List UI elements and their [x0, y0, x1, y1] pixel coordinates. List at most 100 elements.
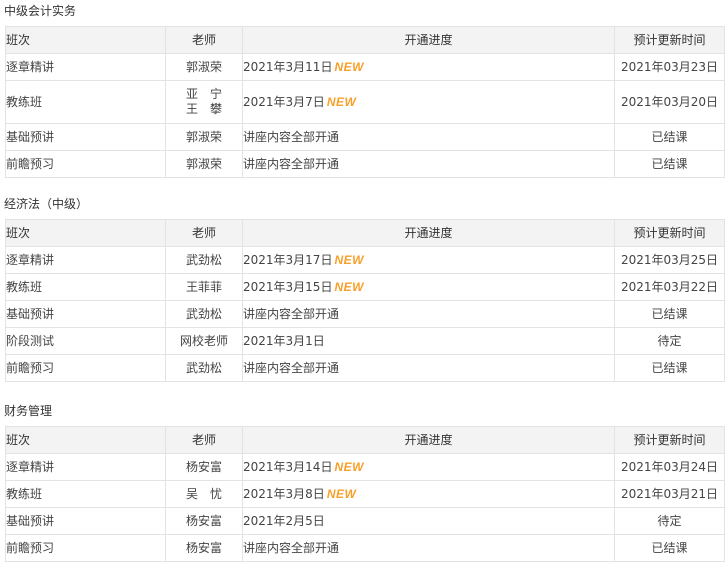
update-time-cell: 2021年03月25日	[614, 246, 725, 274]
teacher-cell: 杨安富	[165, 453, 243, 481]
progress-text: 2021年3月11日	[243, 60, 333, 74]
update-time-cell: 待定	[614, 507, 725, 535]
update-time-cell: 已结课	[614, 123, 725, 151]
table-row: 阶段测试 网校老师 2021年3月1日 待定	[5, 327, 725, 355]
teacher-cell: 武劲松	[165, 300, 243, 328]
update-time-cell: 已结课	[614, 354, 725, 382]
table-row: 教练班 王菲菲 2021年3月15日 NEW 2021年03月22日	[5, 273, 725, 301]
table-header-row: 班次 老师 开通进度 预计更新时间	[5, 219, 725, 247]
teacher-names: 杨安富	[186, 541, 222, 556]
teacher-names: 吴 忧	[186, 487, 222, 502]
table-row: 逐章精讲 武劲松 2021年3月17日 NEW 2021年03月25日	[5, 246, 725, 274]
teacher-names: 王菲菲	[186, 280, 222, 295]
progress-cell: 2021年3月7日 NEW	[242, 80, 615, 124]
table-row: 基础预讲 武劲松 讲座内容全部开通 已结课	[5, 300, 725, 328]
table-row: 教练班亚 宁王 攀 2021年3月7日 NEW 2021年03月20日	[5, 80, 725, 124]
teacher-names: 杨安富	[186, 514, 222, 529]
update-time-cell: 已结课	[614, 150, 725, 178]
teacher-name: 亚 宁	[185, 87, 222, 101]
progress-text: 2021年2月5日	[243, 514, 325, 528]
new-badge: NEW	[326, 95, 357, 109]
progress-text: 2021年3月8日	[243, 487, 325, 501]
progress-cell: 讲座内容全部开通	[242, 354, 615, 382]
class-name-cell: 教练班	[5, 480, 166, 508]
teacher-name: 网校老师	[179, 333, 228, 348]
progress-text: 2021年3月14日	[243, 460, 333, 474]
class-name-cell: 前瞻预习	[5, 534, 166, 562]
section-title: 财务管理	[4, 404, 53, 418]
teacher-cell: 亚 宁王 攀	[165, 80, 243, 124]
column-header-update: 预计更新时间	[614, 219, 725, 247]
column-header-class: 班次	[5, 426, 166, 454]
teacher-cell: 杨安富	[165, 534, 243, 562]
column-header-teacher: 老师	[165, 426, 243, 454]
new-badge: NEW	[334, 460, 364, 474]
class-name-cell: 教练班	[5, 80, 166, 124]
teacher-names: 郭淑荣	[186, 130, 222, 145]
schedule-table: 班次 老师 开通进度 预计更新时间 逐章精讲 郭淑荣 2021年3月11日 NEW 20…	[5, 26, 725, 178]
class-name-cell: 逐章精讲	[5, 53, 166, 81]
update-time-cell: 已结课	[614, 534, 725, 562]
progress-text: 讲座内容全部开通	[243, 307, 340, 321]
update-time-cell: 2021年03月22日	[614, 273, 725, 301]
progress-text: 讲座内容全部开通	[243, 130, 340, 144]
class-name-cell: 基础预讲	[5, 507, 166, 535]
new-badge: NEW	[334, 60, 364, 74]
column-header-class: 班次	[5, 219, 166, 247]
teacher-name: 武劲松	[185, 360, 222, 375]
teacher-names: 郭淑荣	[186, 157, 222, 172]
column-header-class: 班次	[5, 26, 166, 54]
progress-text: 讲座内容全部开通	[243, 541, 340, 555]
class-name-cell: 阶段测试	[5, 327, 166, 355]
teacher-names: 武劲松	[186, 307, 222, 322]
update-time-cell: 2021年03月21日	[614, 480, 725, 508]
progress-cell: 2021年3月8日 NEW	[242, 480, 615, 508]
table-row: 前瞻预习 郭淑荣 讲座内容全部开通 已结课	[5, 150, 725, 178]
progress-text: 讲座内容全部开通	[243, 157, 340, 171]
update-time-cell: 已结课	[614, 300, 725, 328]
update-time-cell: 待定	[614, 327, 725, 355]
class-name-cell: 前瞻预习	[5, 354, 166, 382]
table-row: 逐章精讲 郭淑荣 2021年3月11日 NEW 2021年03月23日	[5, 53, 725, 81]
teacher-name: 杨安富	[185, 513, 222, 528]
section-title: 中级会计实务	[4, 4, 77, 18]
column-header-update: 预计更新时间	[614, 426, 725, 454]
table-header-row: 班次 老师 开通进度 预计更新时间	[5, 426, 725, 454]
teacher-cell: 吴 忧	[165, 480, 243, 508]
teacher-name: 杨安富	[185, 540, 222, 555]
teacher-cell: 郭淑荣	[165, 123, 243, 151]
progress-text: 2021年3月1日	[243, 334, 325, 348]
progress-cell: 讲座内容全部开通	[242, 300, 615, 328]
section-title: 经济法（中级）	[4, 197, 89, 211]
column-header-teacher: 老师	[165, 26, 243, 54]
teacher-cell: 杨安富	[165, 507, 243, 535]
update-time-cell: 2021年03月20日	[614, 80, 725, 124]
table-row: 教练班吴 忧 2021年3月8日 NEW 2021年03月21日	[5, 480, 725, 508]
column-header-progress: 开通进度	[242, 26, 615, 54]
teacher-name: 吴 忧	[185, 486, 222, 501]
progress-text: 讲座内容全部开通	[243, 361, 340, 375]
teacher-name: 郭淑荣	[185, 129, 222, 144]
progress-text: 2021年3月15日	[243, 280, 333, 294]
teacher-name: 郭淑荣	[185, 59, 222, 74]
table-header-row: 班次 老师 开通进度 预计更新时间	[5, 26, 725, 54]
progress-cell: 2021年3月15日 NEW	[242, 273, 615, 301]
new-badge: NEW	[334, 280, 364, 294]
class-name-cell: 基础预讲	[5, 300, 166, 328]
progress-cell: 2021年3月14日 NEW	[242, 453, 615, 481]
table-row: 基础预讲 杨安富 2021年2月5日 待定	[5, 507, 725, 535]
schedule-table: 班次 老师 开通进度 预计更新时间 逐章精讲 杨安富 2021年3月14日 NEW 20…	[5, 426, 725, 562]
table-row: 逐章精讲 杨安富 2021年3月14日 NEW 2021年03月24日	[5, 453, 725, 481]
progress-cell: 2021年2月5日	[242, 507, 615, 535]
schedule-table: 班次 老师 开通进度 预计更新时间 逐章精讲 武劲松 2021年3月17日 NEW 20…	[5, 219, 725, 382]
new-badge: NEW	[326, 487, 357, 501]
class-name-cell: 基础预讲	[5, 123, 166, 151]
table-row: 前瞻预习 杨安富 讲座内容全部开通 已结课	[5, 534, 725, 562]
teacher-name: 杨安富	[185, 459, 222, 474]
teacher-cell: 郭淑荣	[165, 53, 243, 81]
teacher-name: 郭淑荣	[185, 156, 222, 171]
new-badge: NEW	[334, 253, 364, 267]
class-name-cell: 教练班	[5, 273, 166, 301]
update-time-cell: 2021年03月24日	[614, 453, 725, 481]
column-header-update: 预计更新时间	[614, 26, 725, 54]
